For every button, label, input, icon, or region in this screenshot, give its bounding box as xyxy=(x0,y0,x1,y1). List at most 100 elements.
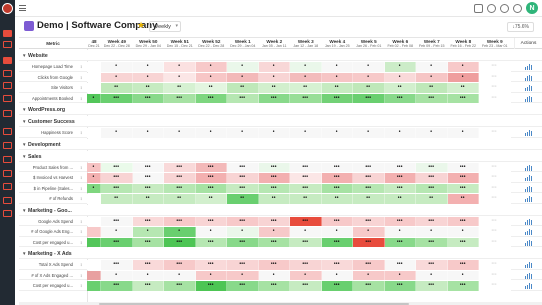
value-cell[interactable]: ••• xyxy=(447,281,479,291)
trend-chart-icon[interactable] xyxy=(525,74,533,81)
value-cell[interactable]: ··· xyxy=(479,173,511,183)
value-cell[interactable]: ••• xyxy=(132,173,164,183)
value-cell[interactable]: •• xyxy=(195,194,227,204)
value-cell[interactable]: ••• xyxy=(384,183,416,193)
value-cell[interactable]: ••• xyxy=(195,281,227,291)
value-cell[interactable]: ••• xyxy=(353,237,385,247)
value-cell[interactable]: ••• xyxy=(353,216,385,226)
value-cell[interactable]: ••• xyxy=(195,260,227,270)
trend-chart-icon[interactable] xyxy=(525,64,533,70)
value-cell[interactable]: ••• xyxy=(416,237,448,247)
value-cell[interactable]: ••• xyxy=(258,162,290,172)
value-cell[interactable]: • xyxy=(321,72,353,82)
value-cell[interactable]: ••• xyxy=(101,237,133,247)
nav-people-icon[interactable] xyxy=(3,142,12,149)
value-cell[interactable]: ··· xyxy=(479,260,511,270)
value-cell[interactable]: ••• xyxy=(384,281,416,291)
value-cell[interactable]: ••• xyxy=(447,183,479,193)
value-cell[interactable]: ••• xyxy=(353,260,385,270)
value-cell[interactable]: ··· xyxy=(479,270,511,280)
value-cell[interactable]: • xyxy=(87,93,101,103)
value-cell[interactable]: • xyxy=(353,72,385,82)
metric-name[interactable]: # of Google Ads Eng... xyxy=(19,227,75,237)
value-cell[interactable]: ••• xyxy=(353,183,385,193)
value-cell[interactable]: ••• xyxy=(164,260,196,270)
nav-issues-icon[interactable] xyxy=(3,82,12,89)
value-cell[interactable]: ••• xyxy=(416,173,448,183)
value-cell[interactable]: •• xyxy=(290,83,322,93)
metric-row[interactable]: Site Visitors ↕ •• •• •• •• •• •• •• •• •• •• •• •• ··… xyxy=(19,83,542,93)
value-cell[interactable]: ••• xyxy=(416,260,448,270)
value-cell[interactable]: ••• xyxy=(353,173,385,183)
value-cell[interactable]: • xyxy=(290,227,322,237)
value-cell[interactable]: • xyxy=(321,128,353,138)
value-cell[interactable]: ··· xyxy=(479,183,511,193)
value-cell[interactable]: • xyxy=(447,270,479,280)
value-cell[interactable]: ••• xyxy=(101,173,133,183)
metric-name[interactable]: $ Invoiced vs Harvest xyxy=(19,173,75,183)
value-cell[interactable]: ··· xyxy=(479,162,511,172)
metric-row[interactable]: Google Ads Spend ↕ ••• ••• ••• ••• ••• ••• ••• ••… xyxy=(19,216,542,226)
trend-chart-icon[interactable] xyxy=(525,239,533,246)
value-cell[interactable]: •• xyxy=(164,83,196,93)
value-cell[interactable]: • xyxy=(195,270,227,280)
value-cell[interactable]: ••• xyxy=(227,183,259,193)
value-cell[interactable]: ••• xyxy=(258,281,290,291)
section-row[interactable]: ▼ Customer Success xyxy=(19,116,542,127)
metric-name[interactable]: Appointments Booked xyxy=(19,94,75,104)
value-cell[interactable]: ••• xyxy=(416,281,448,291)
metric-row[interactable]: # of X Ads Engaged ... ↕ • • • • • • • • • • • • ··· xyxy=(19,270,542,280)
value-cell[interactable]: ••• xyxy=(195,237,227,247)
value-cell[interactable]: • xyxy=(87,162,101,172)
value-cell[interactable]: • xyxy=(353,62,385,72)
nav-meetings-icon[interactable] xyxy=(3,110,12,117)
period-select[interactable]: Weekly ▾ xyxy=(149,21,181,32)
metric-name[interactable]: Site Visitors xyxy=(19,83,75,93)
trend-chart-icon[interactable] xyxy=(525,218,533,225)
value-cell[interactable]: ••• xyxy=(321,93,353,103)
zoom-indicator[interactable]: ↓75.6% xyxy=(507,22,534,32)
value-cell[interactable]: ••• xyxy=(384,260,416,270)
section-row[interactable]: ▼ Sales xyxy=(19,150,542,162)
notifications-icon[interactable] xyxy=(487,3,496,13)
value-cell[interactable]: ··· xyxy=(479,72,511,82)
trend-chart-icon[interactable] xyxy=(525,164,533,171)
value-cell[interactable]: • xyxy=(416,72,448,82)
value-cell[interactable]: • xyxy=(132,62,164,72)
value-cell[interactable]: •• xyxy=(353,83,385,93)
metric-name[interactable]: Clicks from Google xyxy=(19,73,75,83)
section-row[interactable]: ▼ Marketing - X Ads xyxy=(19,248,542,259)
metric-name[interactable]: Product Sales from ... xyxy=(19,163,75,173)
value-cell[interactable]: ••• xyxy=(227,216,259,226)
value-cell[interactable]: •• xyxy=(321,83,353,93)
metric-row[interactable]: Total X Ads Spend ↕ ••• ••• ••• ••• ••• ••• ••• •… xyxy=(19,260,542,270)
value-cell[interactable] xyxy=(87,227,101,237)
value-cell[interactable]: • xyxy=(101,128,133,138)
camera-icon[interactable] xyxy=(474,3,483,13)
value-cell[interactable]: ••• xyxy=(321,183,353,193)
value-cell[interactable] xyxy=(87,237,101,247)
value-cell[interactable]: •• xyxy=(321,194,353,204)
value-cell[interactable]: • xyxy=(447,72,479,82)
value-cell[interactable]: ••• xyxy=(101,183,133,193)
value-cell[interactable]: • xyxy=(132,128,164,138)
value-cell[interactable]: ••• xyxy=(416,183,448,193)
trend-chart-icon[interactable] xyxy=(525,185,533,192)
favorite-star-icon[interactable]: ★ xyxy=(137,20,145,31)
value-cell[interactable]: ··· xyxy=(479,281,511,291)
value-cell[interactable]: • xyxy=(164,270,196,280)
metric-name[interactable]: Cost per engaged u... xyxy=(19,281,75,291)
value-cell[interactable]: • xyxy=(101,227,133,237)
nav-settings-icon[interactable] xyxy=(3,210,12,217)
value-cell[interactable]: ··· xyxy=(479,216,511,226)
value-cell[interactable]: ••• xyxy=(321,173,353,183)
value-cell[interactable]: •• xyxy=(132,83,164,93)
nav-org-chart-icon[interactable] xyxy=(3,156,12,163)
value-cell[interactable]: ••• xyxy=(227,93,259,103)
value-cell[interactable]: •• xyxy=(227,83,259,93)
value-cell[interactable]: ••• xyxy=(227,237,259,247)
value-cell[interactable]: • xyxy=(195,227,227,237)
value-cell[interactable]: • xyxy=(227,72,259,82)
metric-name[interactable]: # of Refunds xyxy=(19,194,75,204)
user-avatar[interactable]: N xyxy=(526,2,538,14)
